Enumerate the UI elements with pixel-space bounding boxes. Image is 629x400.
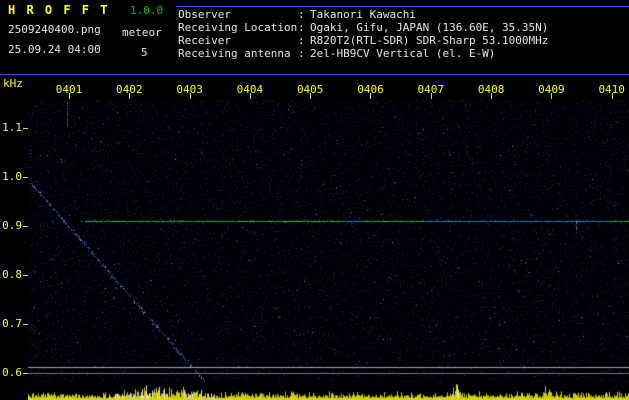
- time-tick: [370, 93, 371, 99]
- time-tick: [69, 93, 70, 99]
- freq-label: 0.9: [2, 219, 22, 232]
- time-label: 0410: [598, 83, 625, 96]
- time-tick: [250, 93, 251, 99]
- freq-label: 0.8: [2, 268, 22, 281]
- spectrogram-panel: kHz 0401 0402 0403 0404 0405 0406 0407 0408 0409…: [0, 0, 629, 400]
- freq-label: 1.0: [2, 170, 22, 183]
- time-tick: [612, 93, 613, 99]
- freq-label: 1.1: [2, 121, 22, 134]
- time-tick: [431, 93, 432, 99]
- time-tick: [491, 93, 492, 99]
- spectrogram-canvas: [28, 100, 629, 400]
- time-tick: [310, 93, 311, 99]
- time-tick: [551, 93, 552, 99]
- freq-label: 0.6: [2, 366, 22, 379]
- time-tick: [129, 93, 130, 99]
- freq-label: 0.7: [2, 317, 22, 330]
- hrofft-screenshot: H R O F F T 1.0.0 2509240400.png meteor …: [0, 0, 629, 400]
- time-tick: [190, 93, 191, 99]
